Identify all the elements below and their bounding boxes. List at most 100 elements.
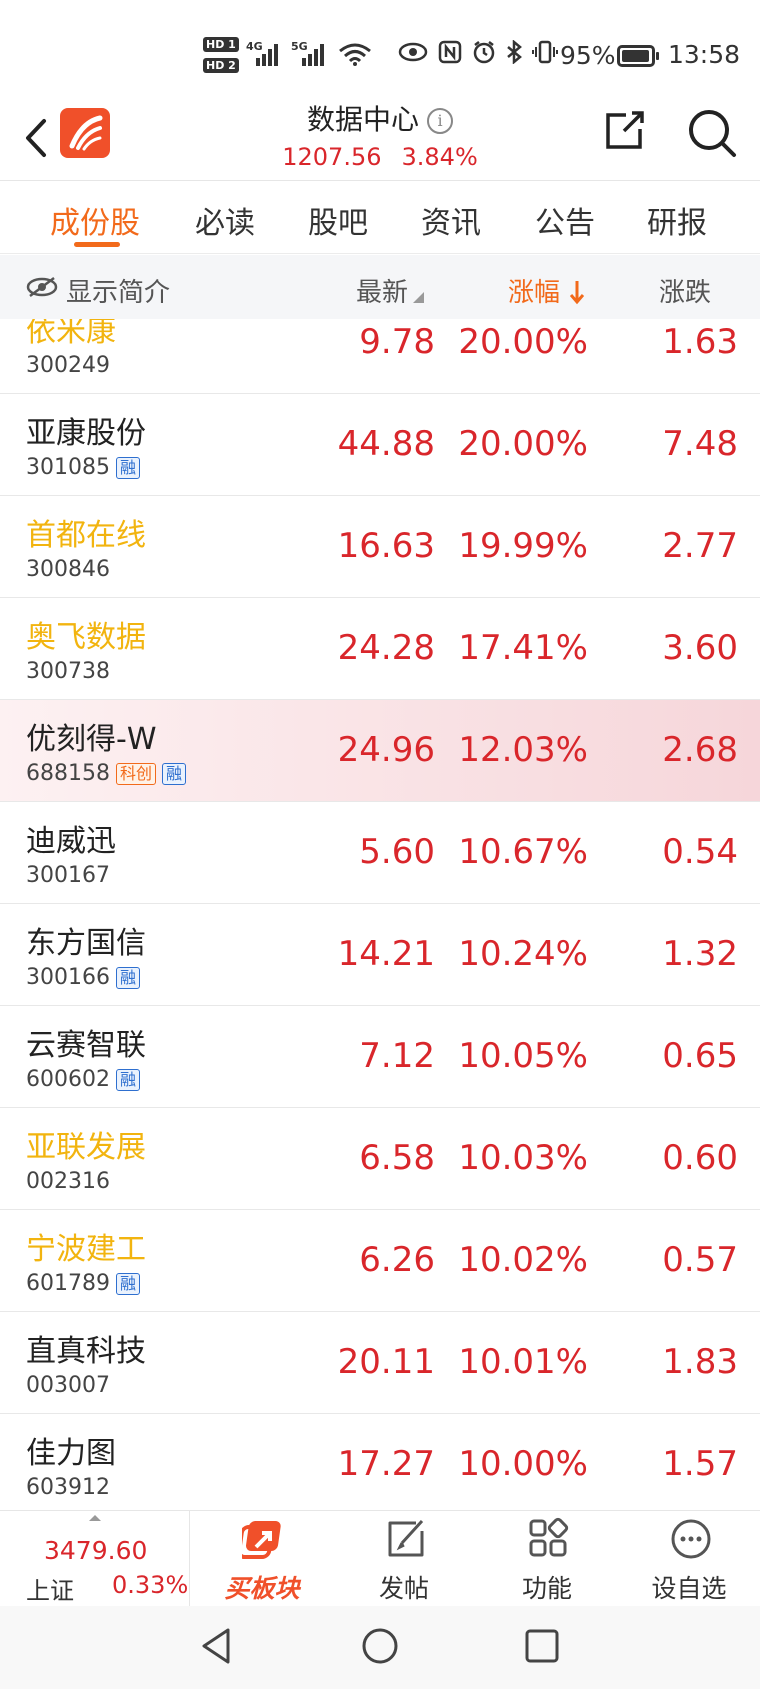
page-title: 数据中心 i [0,98,760,138]
stock-code: 688158 [26,761,110,786]
stock-code: 300738 [26,659,110,684]
stock-change: 3.60 [662,628,738,668]
tab-forum[interactable]: 股吧 [308,198,368,242]
hd2-label: HD 2 [203,58,239,73]
stock-price: 14.21 [337,934,435,974]
stock-row[interactable]: 迪威迅 300167 5.60 10.67% 0.54 [0,802,760,904]
stock-price: 5.60 [359,832,435,872]
search-icon[interactable] [686,107,738,159]
stock-change-pct: 20.00% [458,322,588,362]
stock-code-line: 300166 融 [26,965,140,990]
stock-row[interactable]: 云赛智联 600602 融 7.12 10.05% 0.65 [0,1006,760,1108]
margin-trading-badge: 融 [115,1272,140,1295]
alarm-icon [473,41,495,64]
nav-recents-icon[interactable] [522,1626,562,1666]
hd1-label: HD 1 [203,37,239,52]
eye-hidden-icon[interactable] [26,276,58,298]
index-quote: 1207.56 3.84% [0,143,760,171]
nfc-icon [438,40,462,64]
stock-row[interactable]: 首都在线 300846 16.63 19.99% 2.77 [0,496,760,598]
index-value: 1207.56 [282,143,382,171]
stock-code: 300249 [26,353,110,378]
stock-name: 依米康 [26,319,116,349]
stock-code: 301085 [26,455,110,480]
column-latest-label: 最新 [356,278,409,308]
info-icon[interactable]: i [427,108,453,134]
stock-row[interactable]: 宁波建工 601789 融 6.26 10.02% 0.57 [0,1210,760,1312]
buy-sector-button[interactable]: 买板块 [202,1511,322,1607]
shanghai-index-value: 3479.60 [44,1536,148,1565]
tab-constituents[interactable]: 成份股 [50,198,140,242]
stock-code-line: 301085 融 [26,455,140,480]
column-latest[interactable]: 最新 [356,272,425,309]
stock-code: 300167 [26,863,110,888]
stock-change-pct: 10.02% [458,1240,588,1280]
stock-code: 300846 [26,557,110,582]
column-change-pct-label: 涨幅 [508,278,561,308]
expand-up-icon[interactable] [89,1515,101,1521]
wifi-icon [339,43,371,66]
page-title-text: 数据中心 [306,103,419,136]
tab-news[interactable]: 资讯 [421,198,481,242]
add-watchlist-label: 设自选 [651,1574,727,1603]
nav-back-icon[interactable] [198,1626,238,1666]
stock-row[interactable]: 东方国信 300166 融 14.21 10.24% 1.32 [0,904,760,1006]
stock-name: 佳力图 [26,1436,116,1471]
stock-code-line: 003007 [26,1373,110,1398]
stock-price: 9.78 [359,322,435,362]
stock-row[interactable]: 佳力图 603912 17.27 10.00% 1.57 [0,1414,760,1511]
add-watchlist-button[interactable]: 设自选 [629,1511,749,1607]
stock-row[interactable]: 亚联发展 002316 6.58 10.03% 0.60 [0,1108,760,1210]
tab-announcements[interactable]: 公告 [535,198,595,242]
stock-price: 44.88 [337,424,435,464]
index-change: 3.84% [401,143,478,171]
margin-trading-badge: 融 [115,966,140,989]
stock-price: 24.96 [337,730,435,770]
stock-code-line: 300167 [26,863,110,888]
show-intro-toggle[interactable]: 显示简介 [66,272,170,309]
nav-home-icon[interactable] [360,1626,400,1666]
margin-trading-badge: 融 [115,1068,140,1091]
buy-sector-label: 买板块 [224,1574,300,1603]
share-icon[interactable] [602,109,646,153]
stock-change: 0.54 [662,832,738,872]
column-change[interactable]: 涨跌 [659,272,711,309]
tab-research[interactable]: 研报 [647,198,707,242]
stock-row[interactable]: 亚康股份 301085 融 44.88 20.00% 7.48 [0,394,760,496]
stock-row[interactable]: 优刻得-W 688158 科创融 24.96 12.03% 2.68 [0,700,760,802]
shanghai-index[interactable]: 3479.60 上证 0.33% [0,1511,190,1607]
column-change-pct[interactable]: 涨幅 [508,272,585,309]
stock-name: 迪威迅 [26,824,116,859]
header: 数据中心 i 1207.56 3.84% [0,95,760,181]
stock-code: 300166 [26,965,110,990]
stock-name: 优刻得-W [26,722,157,757]
stock-row[interactable]: 直真科技 003007 20.11 10.01% 1.83 [0,1312,760,1414]
stock-code: 600602 [26,1067,110,1092]
sort-indicator-icon [413,292,425,303]
compose-button[interactable]: 发帖 [344,1511,464,1607]
stock-code-line: 300249 [26,353,110,378]
signal-2-icon [302,40,324,66]
stock-row[interactable]: 奥飞数据 300738 24.28 17.41% 3.60 [0,598,760,700]
stock-code-line: 688158 科创融 [26,761,187,786]
stock-change: 0.65 [662,1036,738,1076]
stock-change-pct: 10.05% [458,1036,588,1076]
stock-name: 东方国信 [26,926,146,961]
hd-indicator: HD 1 HD 2 [203,34,241,76]
stock-list[interactable]: 依米康 300249 9.78 20.00% 1.63 亚康股份 301085 融 44.88 2… [0,319,760,1511]
margin-trading-badge: 融 [162,762,187,785]
battery-icon [617,45,659,67]
active-tab-indicator [74,242,120,247]
functions-button[interactable]: 功能 [487,1511,607,1607]
stock-name: 直真科技 [26,1334,146,1369]
stock-price: 24.28 [337,628,435,668]
tab-must-read[interactable]: 必读 [195,198,255,242]
shanghai-index-name: 上证 [26,1577,74,1605]
stock-row[interactable]: 依米康 300249 9.78 20.00% 1.63 [0,319,760,394]
stock-code-line: 300846 [26,557,110,582]
stock-price: 6.58 [359,1138,435,1178]
stock-change-pct: 19.99% [458,526,588,566]
margin-trading-badge: 融 [115,456,140,479]
status-bar: HD 1 HD 2 4G 5G 95% 13:58 [0,0,760,110]
stock-code-line: 300738 [26,659,110,684]
